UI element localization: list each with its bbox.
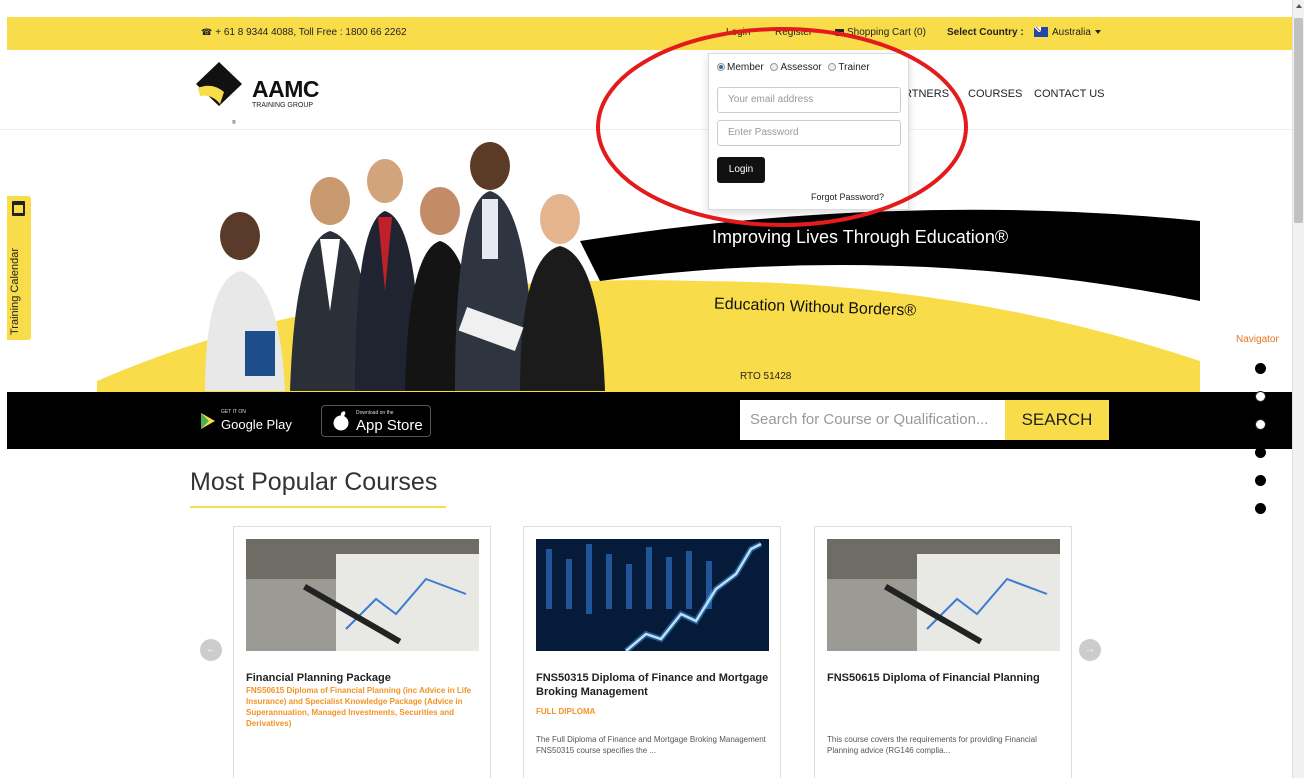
course-subtitle: FNS50615 Diploma of Financial Planning (… [246, 686, 472, 728]
phone-icon: ☎ [201, 27, 213, 37]
course-subtitle: FULL DIPLOMA [536, 707, 596, 716]
course-description: The Full Diploma of Finance and Mortgage… [536, 735, 766, 755]
course-title[interactable]: Financial Planning Package [246, 671, 481, 685]
top-bar: ☎ + 61 8 9344 4088, Toll Free : 1800 66 2… [7, 17, 1292, 50]
course-image-pen-chart [827, 539, 1060, 651]
caret-down-icon [1094, 30, 1101, 35]
hero-banner: Improving Lives Through Education® Educa… [0, 131, 1292, 392]
course-card[interactable]: FNS50615 Diploma of Financial Planning T… [814, 526, 1072, 778]
country-label: Select Country : [947, 27, 1024, 38]
header: ® AAMC TRAINING GROUP RTNERS COURSES CON… [0, 50, 1292, 130]
role-assessor-radio[interactable]: Assessor [770, 62, 822, 73]
app-store-big-text: App Store [356, 417, 423, 434]
navigator-dot-4[interactable] [1255, 447, 1266, 458]
logo-name[interactable]: AAMC [252, 76, 320, 103]
hero-slogan-primary: Improving Lives Through Education® [712, 227, 1009, 247]
navigator-dot-6[interactable] [1255, 503, 1266, 514]
role-trainer-radio[interactable]: Trainer [828, 62, 870, 73]
course-title[interactable]: FNS50615 Diploma of Financial Planning [827, 671, 1062, 685]
course-title[interactable]: FNS50315 Diploma of Finance and Mortgage… [536, 671, 771, 699]
aamc-logo-icon[interactable]: ® [194, 58, 244, 126]
login-button[interactable]: Login [717, 157, 765, 183]
google-play-small-text: GET IT ON [221, 409, 246, 415]
google-play-big-text: Google Play [221, 417, 292, 432]
navigator-dot-3[interactable] [1255, 419, 1266, 430]
email-field[interactable]: Your email address [717, 87, 901, 113]
scrollbar-thumb[interactable] [1294, 18, 1303, 223]
country-value: Australia [1052, 27, 1091, 38]
course-image-stock-chart [536, 539, 769, 651]
cart-label: Shopping Cart (0) [847, 27, 926, 38]
course-card[interactable]: FNS50315 Diploma of Finance and Mortgage… [523, 526, 781, 778]
scroll-up-arrow-icon[interactable] [1296, 4, 1302, 8]
calendar-icon [12, 201, 25, 216]
google-play-badge[interactable]: GET IT ON Google Play [195, 405, 301, 437]
cart-icon [835, 28, 844, 36]
course-image-pen-chart [246, 539, 479, 651]
role-member-label: Member [727, 62, 764, 73]
login-dropdown: Member Assessor Trainer Your email addre… [708, 53, 909, 210]
nav-contact-us[interactable]: CONTACT US [1034, 88, 1105, 100]
australia-flag-icon [1034, 27, 1048, 38]
course-description: This course covers the requirements for … [827, 735, 1037, 755]
title-underline [190, 506, 446, 508]
app-store-small-text: Download on the [356, 410, 394, 416]
rto-number: RTO 51428 [740, 371, 792, 382]
role-assessor-label: Assessor [780, 62, 822, 73]
radio-icon [770, 63, 779, 72]
app-store-badge[interactable]: Download on the App Store [321, 405, 431, 437]
apple-icon [333, 411, 349, 431]
role-radio-group: Member Assessor Trainer [717, 62, 874, 73]
password-field[interactable]: Enter Password [717, 120, 901, 146]
role-trainer-label: Trainer [838, 62, 870, 73]
login-link[interactable]: Login [726, 27, 750, 38]
radio-selected-icon [717, 63, 725, 72]
navigator-dot-1[interactable] [1255, 363, 1266, 374]
navigator-dot-5[interactable] [1255, 475, 1266, 486]
course-card[interactable]: Financial Planning Package FNS50615 Dipl… [233, 526, 491, 778]
shopping-cart-link[interactable]: Shopping Cart (0) [835, 27, 926, 38]
forgot-password-link[interactable]: Forgot Password? [811, 192, 884, 202]
phone-text: + 61 8 9344 4088, Toll Free : 1800 66 22… [215, 27, 407, 38]
carousel-prev-button[interactable]: ← [200, 639, 222, 661]
nav-partners[interactable]: RTNERS [904, 88, 949, 100]
vertical-scrollbar[interactable] [1292, 0, 1304, 778]
register-link[interactable]: Register [775, 27, 812, 38]
svg-text:®: ® [232, 119, 236, 126]
carousel-next-button[interactable]: → [1079, 639, 1101, 661]
google-play-icon [201, 413, 215, 429]
hero-graphics [97, 142, 1200, 392]
training-calendar-label: Training Calendar [9, 247, 21, 335]
page: ☎ + 61 8 9344 4088, Toll Free : 1800 66 2… [0, 0, 1304, 778]
nav-courses[interactable]: COURSES [968, 88, 1022, 100]
search-button[interactable]: SEARCH [1005, 400, 1109, 440]
country-select[interactable]: Australia [1030, 27, 1101, 38]
navigator-dot-2[interactable] [1255, 391, 1266, 402]
navigator-label: Navigator [1236, 334, 1279, 345]
course-search-input[interactable]: Search for Course or Qualification... [740, 400, 1010, 440]
section-title: Most Popular Courses [190, 468, 438, 496]
phone-info: ☎ + 61 8 9344 4088, Toll Free : 1800 66 2… [201, 27, 407, 38]
radio-icon [828, 63, 837, 72]
logo-subtitle: TRAINING GROUP [252, 102, 314, 109]
training-calendar-tab[interactable]: Training Calendar [7, 196, 31, 340]
role-member-radio[interactable]: Member [717, 62, 764, 73]
app-search-band: GET IT ON Google Play Download on the Ap… [7, 392, 1292, 449]
